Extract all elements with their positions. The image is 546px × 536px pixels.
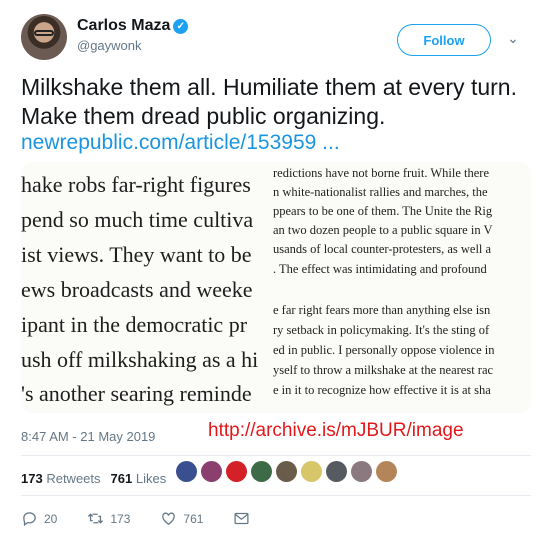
- reply-icon: [23, 512, 36, 527]
- liker-avatar[interactable]: [226, 461, 247, 482]
- tweet-timestamp[interactable]: 8:47 AM - 21 May 2019: [21, 429, 155, 444]
- article-line: an two dozen people to a public square i…: [273, 223, 493, 237]
- article-line: ews broadcasts and weeke: [21, 277, 253, 302]
- envelope-icon: [234, 512, 249, 525]
- reply-count: 20: [44, 511, 58, 526]
- divider: [21, 495, 531, 496]
- chevron-down-icon[interactable]: ⌄: [505, 30, 521, 46]
- heart-icon: [162, 512, 176, 525]
- likes-stat[interactable]: 761 Likes: [111, 471, 167, 486]
- archive-annotation: http://archive.is/mJBUR/image: [208, 420, 464, 441]
- article-line: redictions have not borne fruit. While t…: [273, 166, 490, 180]
- liker-avatar[interactable]: [276, 461, 297, 482]
- retweet-button[interactable]: 173: [87, 510, 130, 527]
- article-line: . The effect was intimidating and profou…: [273, 262, 487, 276]
- engagement-stats: 173 Retweets 761 Likes: [21, 471, 166, 486]
- article-line: ed in public. I personally oppose violen…: [273, 343, 495, 357]
- retweets-label: Retweets: [46, 471, 101, 486]
- likes-count: 761: [110, 471, 133, 486]
- liker-avatar[interactable]: [301, 461, 322, 482]
- like-button[interactable]: 761: [160, 510, 203, 527]
- likers-avatars: [176, 461, 397, 482]
- retweet-count: 173: [110, 511, 131, 526]
- article-line: e in it to recognize how effective it is…: [273, 383, 491, 397]
- article-line: 's another searing reminde: [21, 381, 252, 406]
- author-avatar[interactable]: [21, 14, 67, 60]
- article-line: n white-nationalist rallies and marches,…: [273, 185, 488, 199]
- divider: [21, 455, 531, 456]
- article-line: e far right fears more than anything els…: [273, 303, 491, 317]
- reply-button[interactable]: 20: [21, 510, 57, 527]
- article-line: ry setback in policymaking. It's the sti…: [273, 323, 490, 337]
- liker-avatar[interactable]: [201, 461, 222, 482]
- direct-message-button[interactable]: [233, 510, 250, 527]
- author-handle[interactable]: @gaywonk: [77, 38, 142, 53]
- like-count: 761: [183, 511, 204, 526]
- liker-avatar[interactable]: [351, 461, 372, 482]
- article-right-column: redictions have not borne fruit. While t…: [273, 162, 531, 413]
- liker-avatar[interactable]: [251, 461, 272, 482]
- tweet-actions: 20 173 761: [21, 510, 280, 527]
- article-line: yself to throw a milkshake at the neares…: [273, 363, 494, 377]
- tweet-image[interactable]: hake robs far-right figures pend so much…: [21, 162, 531, 413]
- retweets-stat[interactable]: 173 Retweets: [21, 471, 101, 486]
- article-left-column: hake robs far-right figures pend so much…: [21, 162, 273, 413]
- tweet-text: Milkshake them all. Humiliate them at ev…: [21, 74, 517, 129]
- liker-avatar[interactable]: [176, 461, 197, 482]
- verified-badge-icon: ✓: [173, 19, 189, 34]
- article-line: ist views. They want to be: [21, 242, 252, 267]
- liker-avatar[interactable]: [326, 461, 347, 482]
- follow-button[interactable]: Follow: [397, 24, 491, 56]
- article-line: usands of local counter-protesters, as w…: [273, 242, 492, 256]
- retweet-icon: [88, 513, 104, 524]
- likes-label: Likes: [135, 471, 167, 486]
- article-line: ush off milkshaking as a hi: [21, 347, 259, 372]
- article-line: hake robs far-right figures: [21, 172, 251, 197]
- author-name-text: Carlos Maza: [77, 17, 171, 34]
- tweet-link[interactable]: newrepublic.com/article/153959 ...: [21, 131, 340, 155]
- liker-avatar[interactable]: [376, 461, 397, 482]
- article-line: pend so much time cultiva: [21, 207, 254, 232]
- retweets-count: 173: [21, 471, 43, 486]
- article-line: ipant in the democratic pr: [21, 312, 248, 337]
- article-line: ppears to be one of them. The Unite the …: [273, 204, 493, 218]
- author-name[interactable]: Carlos Maza ✓: [77, 17, 189, 35]
